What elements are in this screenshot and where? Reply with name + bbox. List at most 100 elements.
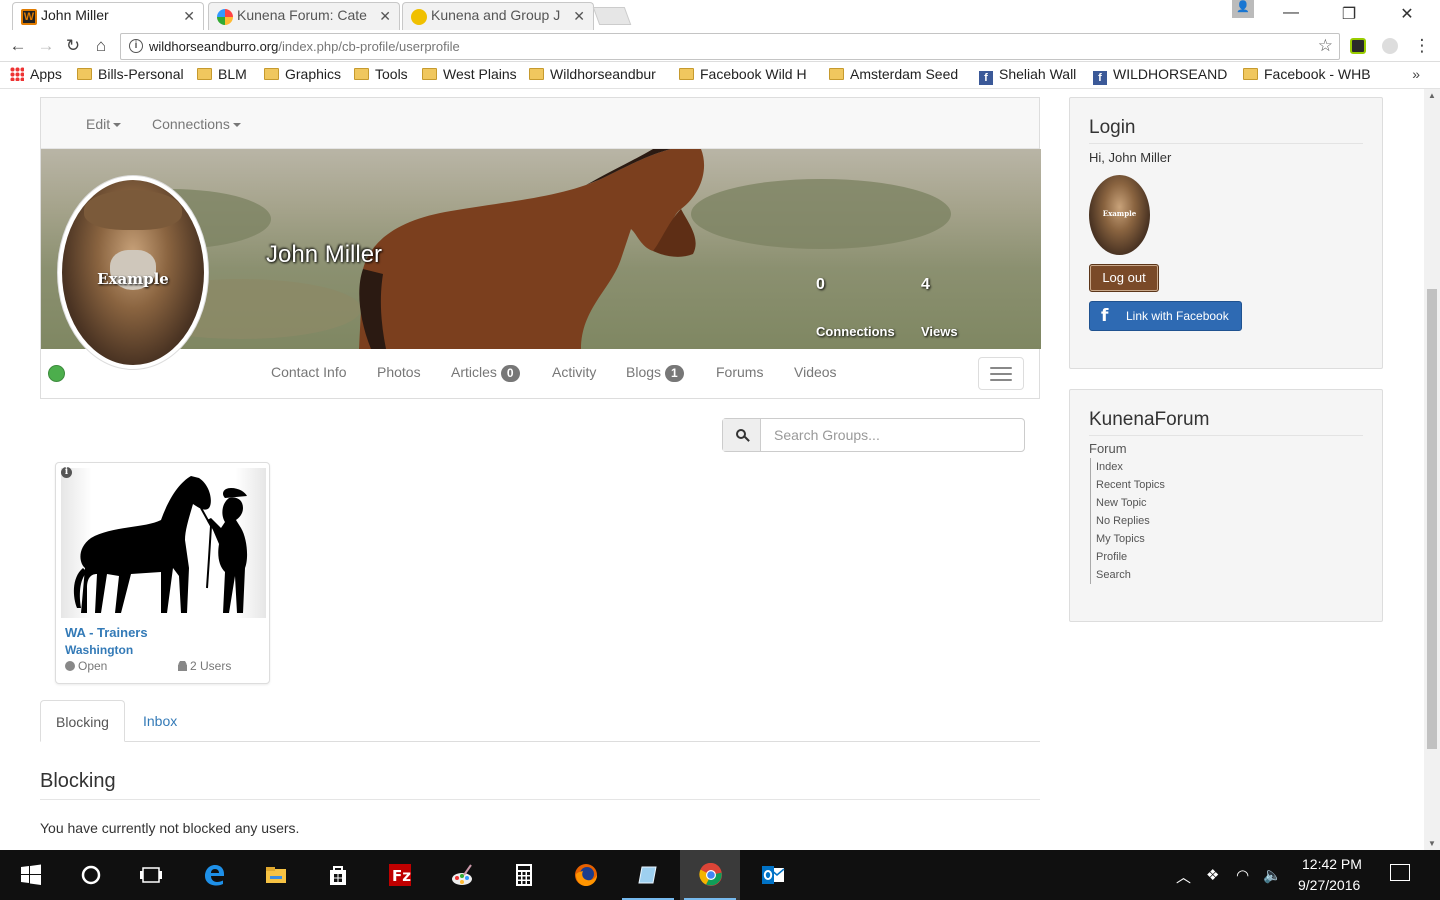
bookmark-folder[interactable]: Facebook - WHB xyxy=(1243,66,1381,82)
tabs-menu-toggle-icon[interactable] xyxy=(978,357,1024,390)
notepad-app[interactable] xyxy=(618,850,678,900)
close-tab-icon[interactable]: ✕ xyxy=(573,8,585,25)
forward-icon[interactable]: → xyxy=(36,36,56,56)
tab-articles[interactable]: Articles 0 xyxy=(451,364,520,382)
new-tab-button[interactable] xyxy=(592,7,632,25)
bookmark-folder[interactable]: West Plains xyxy=(422,66,517,82)
tab-forums[interactable]: Forums xyxy=(716,364,763,380)
task-view-button[interactable] xyxy=(120,850,180,900)
connections-menu[interactable]: Connections xyxy=(152,116,241,132)
home-icon[interactable]: ⌂ xyxy=(91,36,111,56)
chrome-menu-icon[interactable]: ⋮ xyxy=(1412,36,1432,56)
browser-tab-kunena-group[interactable]: Kunena and Group J ✕ xyxy=(402,2,594,30)
search-icon[interactable] xyxy=(723,419,761,451)
bookmark-folder[interactable]: Amsterdam Seed xyxy=(829,66,967,82)
scroll-up-icon[interactable]: ▲ xyxy=(1428,91,1436,100)
bookmark-folder[interactable]: Bills-Personal xyxy=(77,66,184,82)
group-name-link[interactable]: WA - Trainers xyxy=(65,625,148,640)
tab-activity[interactable]: Activity xyxy=(552,364,596,380)
close-tab-icon[interactable]: ✕ xyxy=(379,8,391,25)
tab-blogs[interactable]: Blogs 1 xyxy=(626,364,684,382)
calculator-app[interactable] xyxy=(493,850,553,900)
clock-date[interactable]: 9/27/2016 xyxy=(1298,877,1360,893)
group-card[interactable]: i WA - Trainers Washington Open 2 Users xyxy=(55,462,270,684)
dropbox-icon[interactable]: ❖ xyxy=(1206,866,1219,884)
store-app[interactable] xyxy=(307,850,367,900)
search-groups-input[interactable] xyxy=(762,419,1024,451)
profile-name: John Miller xyxy=(266,241,383,268)
outlook-app[interactable] xyxy=(742,850,802,900)
bookmark-folder[interactable]: Graphics xyxy=(264,66,341,82)
profile-link[interactable]: Profile xyxy=(1096,548,1165,566)
extension-icon[interactable] xyxy=(1382,38,1398,54)
tab-contact-info[interactable]: Contact Info xyxy=(271,364,347,380)
browser-tab-kunena-forum[interactable]: Kunena Forum: Cate ✕ xyxy=(208,2,400,30)
action-center-icon[interactable] xyxy=(1390,864,1410,881)
link-facebook-label: Link with Facebook xyxy=(1126,309,1229,323)
bookmark-folder[interactable]: Wildhorseandbur xyxy=(529,66,667,82)
network-icon[interactable]: ◠ xyxy=(1236,866,1249,884)
scroll-down-icon[interactable]: ▼ xyxy=(1428,839,1436,848)
reload-icon[interactable]: ↻ xyxy=(63,36,83,56)
extension-icon[interactable] xyxy=(1350,38,1366,54)
bookmark-facebook[interactable]: f Sheliah Wall xyxy=(979,66,1076,85)
info-icon[interactable]: i xyxy=(61,467,72,478)
views-count: 4 xyxy=(921,276,930,293)
tab-blocking[interactable]: Blocking xyxy=(40,700,125,742)
edge-app[interactable] xyxy=(183,850,243,900)
logout-button[interactable]: Log out xyxy=(1089,264,1159,292)
page-scrollbar[interactable]: ▲ ▼ xyxy=(1424,89,1440,850)
bookmarks-overflow-icon[interactable]: » xyxy=(1412,66,1420,82)
no-replies-link[interactable]: No Replies xyxy=(1096,512,1165,530)
cortana-button[interactable] xyxy=(60,850,120,900)
bookmark-star-icon[interactable]: ☆ xyxy=(1318,36,1333,56)
bookmark-folder[interactable]: Tools xyxy=(354,66,408,82)
scroll-thumb[interactable] xyxy=(1427,289,1437,749)
new-topic-link[interactable]: New Topic xyxy=(1096,494,1165,512)
edit-menu[interactable]: Edit xyxy=(86,116,122,132)
bookmark-apps[interactable]: Apps xyxy=(10,66,62,82)
search-link[interactable]: Search xyxy=(1096,566,1165,584)
bookmark-label: BLM xyxy=(218,66,247,82)
firefox-app[interactable] xyxy=(555,850,615,900)
paint-app[interactable] xyxy=(431,850,491,900)
forum-link[interactable]: Forum xyxy=(1089,441,1165,456)
filezilla-app[interactable]: Fz xyxy=(369,850,429,900)
login-avatar[interactable]: Example xyxy=(1089,175,1150,255)
restore-icon[interactable]: ❐ xyxy=(1326,4,1372,26)
connections-label[interactable]: Connections xyxy=(816,324,895,339)
chrome-app[interactable] xyxy=(680,850,740,900)
close-window-icon[interactable]: ✕ xyxy=(1384,4,1430,26)
minimize-icon[interactable]: — xyxy=(1268,4,1314,26)
browser-tab-john-miller[interactable]: W John Miller ✕ xyxy=(12,2,204,30)
clock-time[interactable]: 12:42 PM xyxy=(1302,856,1362,872)
link-facebook-button[interactable]: f Link with Facebook xyxy=(1089,301,1242,331)
file-explorer-app[interactable] xyxy=(245,850,305,900)
firefox-icon xyxy=(575,864,597,886)
address-bar[interactable]: i wildhorseandburro.org/index.php/cb-pro… xyxy=(120,33,1340,60)
my-topics-link[interactable]: My Topics xyxy=(1096,530,1165,548)
chrome-profile-icon[interactable]: 👤 xyxy=(1232,0,1254,18)
connections-count[interactable]: 0 xyxy=(816,276,825,294)
show-hidden-icons-icon[interactable]: ︿ xyxy=(1176,866,1191,887)
group-location-link[interactable]: Washington xyxy=(65,643,133,657)
bookmark-folder[interactable]: Facebook Wild H xyxy=(679,66,817,82)
notepad-icon xyxy=(638,866,657,884)
forum-index-link[interactable]: Index xyxy=(1096,458,1165,476)
tab-videos[interactable]: Videos xyxy=(794,364,837,380)
bookmark-facebook[interactable]: f WILDHORSEAND xyxy=(1093,66,1231,85)
recent-topics-link[interactable]: Recent Topics xyxy=(1096,476,1165,494)
tab-photos[interactable]: Photos xyxy=(377,364,421,380)
tab-inbox[interactable]: Inbox xyxy=(128,700,192,742)
folder-icon xyxy=(264,68,279,80)
site-info-icon[interactable]: i xyxy=(129,39,143,53)
forum-submenu: Index Recent Topics New Topic No Replies… xyxy=(1090,458,1165,584)
volume-icon[interactable]: 🔈 xyxy=(1263,866,1282,884)
group-image[interactable] xyxy=(61,468,266,618)
start-button[interactable] xyxy=(0,850,60,900)
close-tab-icon[interactable]: ✕ xyxy=(183,8,195,25)
bookmark-folder[interactable]: BLM xyxy=(197,66,247,82)
back-icon[interactable]: ← xyxy=(8,36,28,56)
profile-avatar[interactable]: Example xyxy=(57,175,209,370)
bookmark-label: Graphics xyxy=(285,66,342,82)
